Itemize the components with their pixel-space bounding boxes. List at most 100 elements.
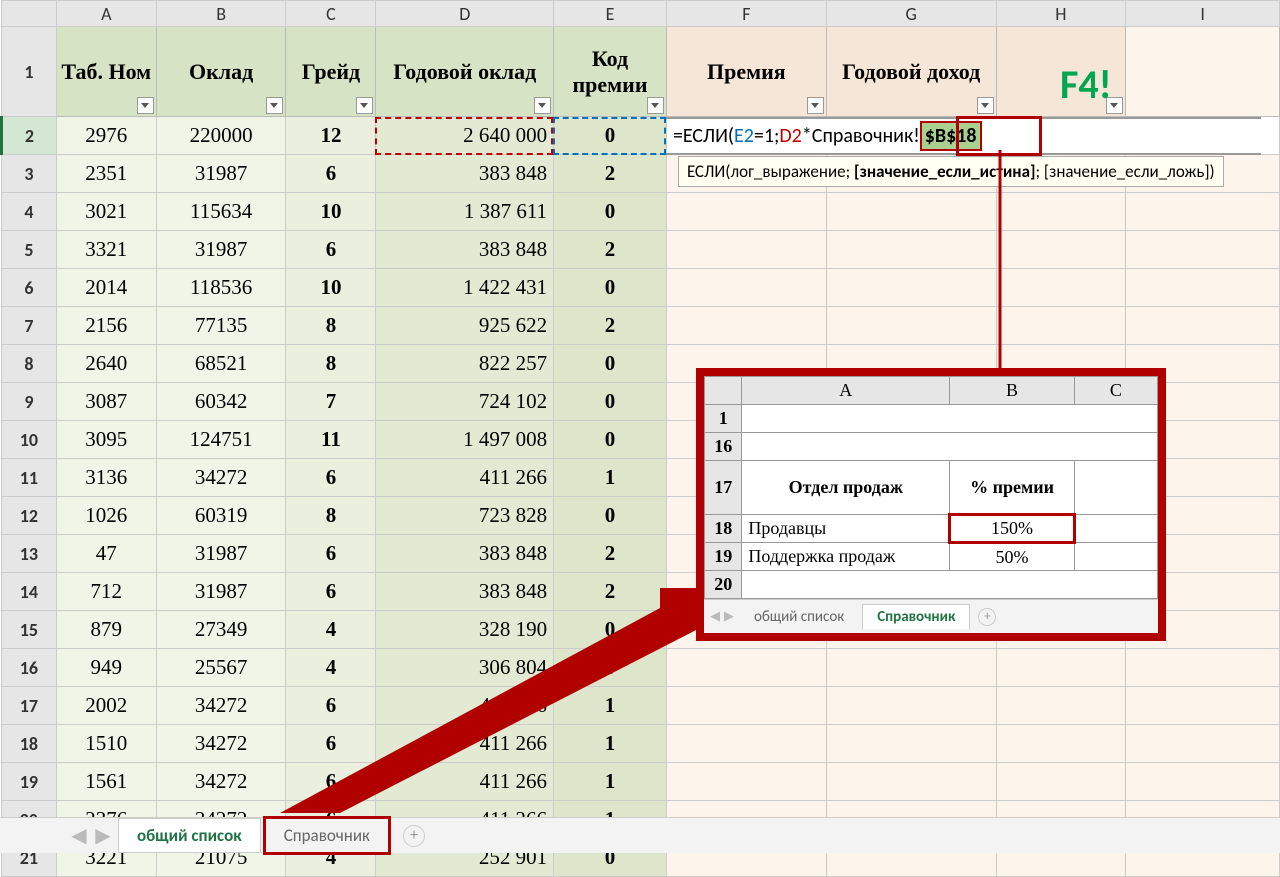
cell-B6[interactable]: 118536 [156, 269, 286, 307]
cell-E2[interactable]: 0 [554, 117, 667, 155]
cell-B5[interactable]: 31987 [156, 231, 286, 269]
add-sheet-icon[interactable]: + [403, 825, 425, 847]
cell-D19[interactable]: 411 266 [376, 763, 554, 801]
cell-C17[interactable]: 6 [286, 687, 376, 725]
row-9[interactable]: 9 [2, 383, 57, 421]
cell-C8[interactable]: 8 [286, 345, 376, 383]
hdr-bonus-code[interactable]: Код премии [554, 27, 667, 117]
cell-A2[interactable]: 2976 [56, 117, 156, 155]
cell-H16[interactable] [996, 649, 1126, 687]
cell-C15[interactable]: 4 [286, 611, 376, 649]
inset-row-16[interactable]: 16 [705, 433, 742, 461]
row-8[interactable]: 8 [2, 345, 57, 383]
inset-row-18[interactable]: 18 [705, 515, 742, 543]
cell-A11[interactable]: 3136 [56, 459, 156, 497]
cell-A9[interactable]: 3087 [56, 383, 156, 421]
cell-G16[interactable] [826, 649, 996, 687]
cell-E7[interactable]: 2 [554, 307, 667, 345]
cell-F18[interactable] [666, 725, 826, 763]
cell-B13[interactable]: 31987 [156, 535, 286, 573]
cell-F17[interactable] [666, 687, 826, 725]
cell-A3[interactable]: 2351 [56, 155, 156, 193]
cell-A10[interactable]: 3095 [56, 421, 156, 459]
row-12[interactable]: 12 [2, 497, 57, 535]
cell-D3[interactable]: 383 848 [376, 155, 554, 193]
cell-C2[interactable]: 12 [286, 117, 376, 155]
cell-C6[interactable]: 10 [286, 269, 376, 307]
cell-B18[interactable]: 34272 [156, 725, 286, 763]
cell-C4[interactable]: 10 [286, 193, 376, 231]
cell-E17[interactable]: 1 [554, 687, 667, 725]
cell-F5[interactable] [666, 231, 826, 269]
col-A[interactable]: A [56, 1, 156, 27]
cell-A7[interactable]: 2156 [56, 307, 156, 345]
cell-E16[interactable]: 0 [554, 649, 667, 687]
cell-A19[interactable]: 1561 [56, 763, 156, 801]
cell-B8[interactable]: 68521 [156, 345, 286, 383]
inset-h17b[interactable]: % премии [950, 461, 1075, 515]
cell-C14[interactable]: 6 [286, 573, 376, 611]
cell-H7[interactable] [996, 307, 1126, 345]
tab-reference[interactable]: Справочник [263, 816, 391, 855]
cell-D14[interactable]: 383 848 [376, 573, 554, 611]
col-I[interactable]: I [1126, 1, 1280, 27]
cell-A4[interactable]: 3021 [56, 193, 156, 231]
cell-A16[interactable]: 949 [56, 649, 156, 687]
cell-A14[interactable]: 712 [56, 573, 156, 611]
cell-B16[interactable]: 25567 [156, 649, 286, 687]
cell-G6[interactable] [826, 269, 996, 307]
row-11[interactable]: 11 [2, 459, 57, 497]
tab-nav-next-icon[interactable]: ▶ [94, 827, 112, 845]
filter-icon[interactable] [356, 97, 373, 114]
cell-E9[interactable]: 0 [554, 383, 667, 421]
row-5[interactable]: 5 [2, 231, 57, 269]
cell-C7[interactable]: 8 [286, 307, 376, 345]
cell-B2[interactable]: 220000 [156, 117, 286, 155]
cell-A18[interactable]: 1510 [56, 725, 156, 763]
inset-r18b-highlighted[interactable]: 150% [950, 515, 1075, 543]
row-13[interactable]: 13 [2, 535, 57, 573]
cell-E15[interactable]: 0 [554, 611, 667, 649]
cell-H17[interactable] [996, 687, 1126, 725]
cell-H6[interactable] [996, 269, 1126, 307]
cell-E10[interactable]: 0 [554, 421, 667, 459]
tab-general-list[interactable]: общий список [118, 818, 261, 853]
cell-D12[interactable]: 723 828 [376, 497, 554, 535]
inset-row-17[interactable]: 17 [705, 461, 742, 515]
cell-G17[interactable] [826, 687, 996, 725]
row-2[interactable]: 2 [2, 117, 57, 155]
cell-B19[interactable]: 34272 [156, 763, 286, 801]
cell-H18[interactable] [996, 725, 1126, 763]
inset-add-sheet-icon[interactable]: + [978, 608, 996, 626]
row-19[interactable]: 19 [2, 763, 57, 801]
inset-r19a[interactable]: Поддержка продаж [742, 543, 950, 571]
formula-edit-cell[interactable]: =ЕСЛИ(E2=1;D2*Справочник!$B$18 [666, 117, 1279, 155]
cell-A17[interactable]: 2002 [56, 687, 156, 725]
cell-E14[interactable]: 2 [554, 573, 667, 611]
row-1[interactable]: 1 [2, 27, 57, 117]
cell-C10[interactable]: 11 [286, 421, 376, 459]
cell-D15[interactable]: 328 190 [376, 611, 554, 649]
inset-col-B[interactable]: B [950, 377, 1075, 405]
inset-row-1[interactable]: 1 [705, 405, 742, 433]
cell-D11[interactable]: 411 266 [376, 459, 554, 497]
cell-I18[interactable] [1126, 725, 1280, 763]
cell-F7[interactable] [666, 307, 826, 345]
cell-B11[interactable]: 34272 [156, 459, 286, 497]
inset-r19b[interactable]: 50% [950, 543, 1075, 571]
cell-C11[interactable]: 6 [286, 459, 376, 497]
cell-F19[interactable] [666, 763, 826, 801]
row-14[interactable]: 14 [2, 573, 57, 611]
cell-E6[interactable]: 0 [554, 269, 667, 307]
cell-D16[interactable]: 306 804 [376, 649, 554, 687]
cell-D13[interactable]: 383 848 [376, 535, 554, 573]
cell-D2[interactable]: 2 640 000 [376, 117, 554, 155]
cell-G4[interactable] [826, 193, 996, 231]
inset-row-19[interactable]: 19 [705, 543, 742, 571]
cell-B15[interactable]: 27349 [156, 611, 286, 649]
cell-H4[interactable] [996, 193, 1126, 231]
col-E[interactable]: E [554, 1, 667, 27]
row-17[interactable]: 17 [2, 687, 57, 725]
hdr-grade[interactable]: Грейд [286, 27, 376, 117]
inset-row-20[interactable]: 20 [705, 571, 742, 599]
